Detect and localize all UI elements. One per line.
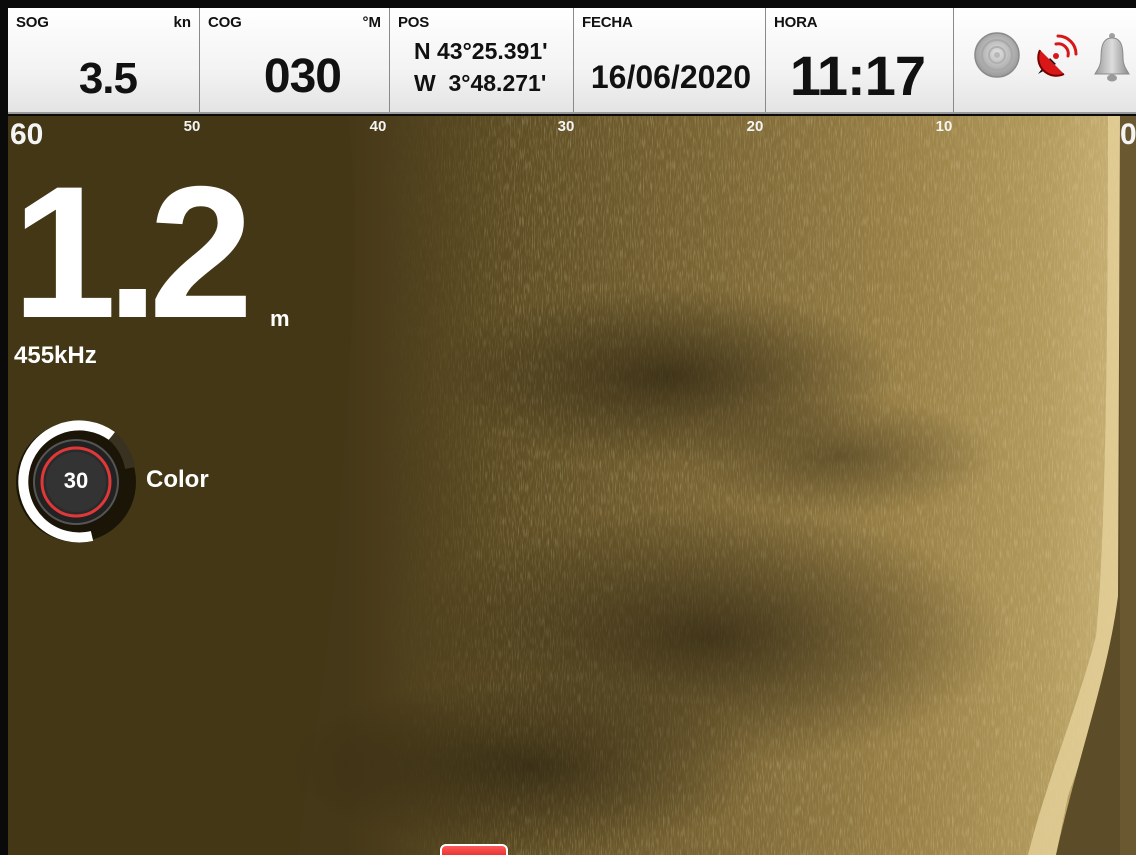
cog-unit: °M xyxy=(362,14,382,31)
sonar-status-icon[interactable] xyxy=(972,30,1022,80)
fecha-value: 16/06/2020 xyxy=(590,59,751,95)
sonar-display-screen: SOG kn 3.5 COG °M 030 POS N 43°25.391' W… xyxy=(0,0,1136,855)
cog-cell[interactable]: COG °M 030 xyxy=(200,8,390,112)
pos-label: POS xyxy=(398,14,430,31)
frequency-label: 455kHz xyxy=(14,342,97,369)
menu-pull-tab[interactable] xyxy=(440,844,508,855)
pos-cell[interactable]: POS N 43°25.391' W 3°48.271' xyxy=(390,8,574,112)
pos-longitude: W 3°48.271' xyxy=(414,70,547,96)
status-icons-cell xyxy=(954,8,1136,112)
sonar-image-view[interactable]: 60 50 40 30 20 10 0 1.2 m 455kHz 30 Colo… xyxy=(8,116,1136,855)
color-dial-value: 30 xyxy=(63,468,89,493)
pos-latitude: N 43°25.391' xyxy=(414,38,548,64)
sog-cell[interactable]: SOG kn 3.5 xyxy=(8,8,200,112)
range-label-20: 20 xyxy=(746,118,764,135)
hora-label: HORA xyxy=(774,14,818,31)
cog-value: 030 xyxy=(263,50,342,103)
sog-value: 3.5 xyxy=(78,54,138,103)
depth-value: 1.2 xyxy=(12,147,253,357)
sog-unit: kn xyxy=(173,14,191,31)
range-label-50: 50 xyxy=(183,118,201,135)
range-label-40: 40 xyxy=(369,118,387,135)
hora-value: 11:17 xyxy=(789,44,926,107)
color-dial-label: Color xyxy=(146,466,209,493)
range-label-10: 10 xyxy=(935,118,953,135)
depth-unit: m xyxy=(270,306,290,331)
range-label-30: 30 xyxy=(557,118,575,135)
range-label-0: 0 xyxy=(1120,118,1136,151)
fecha-cell[interactable]: FECHA 16/06/2020 xyxy=(574,8,766,112)
color-control-dial[interactable]: 30 xyxy=(12,418,140,546)
fecha-label: FECHA xyxy=(582,14,633,31)
alarm-bell-icon[interactable] xyxy=(1092,30,1132,86)
gps-status-icon[interactable] xyxy=(1030,30,1082,82)
hora-cell[interactable]: HORA 11:17 xyxy=(766,8,954,112)
sog-label: SOG xyxy=(16,14,49,31)
cog-label: COG xyxy=(208,14,242,31)
instrument-data-bar[interactable]: SOG kn 3.5 COG °M 030 POS N 43°25.391' W… xyxy=(8,8,1136,114)
